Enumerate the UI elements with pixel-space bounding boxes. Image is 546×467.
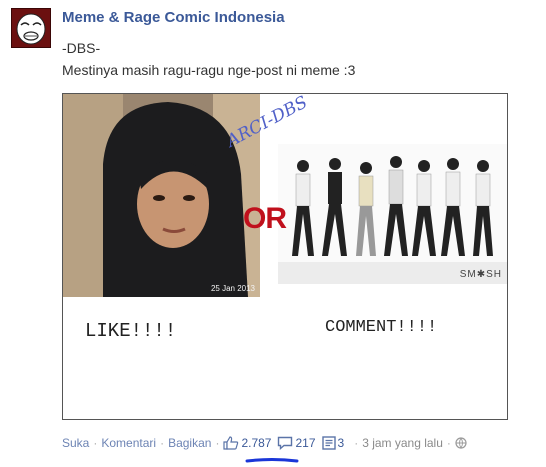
hijab-photo: 25 Jan 2013 <box>63 94 260 297</box>
post-actions-bar: Suka · Komentari · Bagikan · 2.787 217 3… <box>62 434 469 452</box>
comment-link[interactable]: Komentari <box>101 436 156 450</box>
separator: · <box>160 436 165 450</box>
meme-like-text: LIKE!!!! <box>85 320 177 342</box>
rage-face-icon <box>12 9 50 47</box>
photo-date-stamp: 25 Jan 2013 <box>210 284 255 293</box>
shares-count[interactable]: 3 <box>338 436 345 450</box>
annotation-underline <box>245 458 299 463</box>
post-text-line2: Mestinya masih ragu-ragu nge-post ni mem… <box>62 62 356 78</box>
thumbs-up-icon[interactable] <box>223 436 239 450</box>
post-timestamp[interactable]: 3 jam yang lalu <box>362 436 443 450</box>
post-text-line1: -DBS- <box>62 40 101 56</box>
or-text: OR <box>243 202 287 235</box>
separator: · <box>354 436 359 450</box>
share-link[interactable]: Bagikan <box>168 436 211 450</box>
group-logo: SM✱SH <box>459 269 502 280</box>
boyband-photo: SM✱SH <box>278 144 507 284</box>
comment-bubble-icon[interactable] <box>277 436 293 450</box>
separator: · <box>93 436 98 450</box>
post-image[interactable]: 25 Jan 2013 SM✱SH ARCI-DBS OR LIKE!!!! C… <box>62 93 508 420</box>
page-name-link[interactable]: Meme & Rage Comic Indonesia <box>62 9 285 26</box>
separator: · <box>446 436 451 450</box>
comments-count[interactable]: 217 <box>295 436 315 450</box>
like-link[interactable]: Suka <box>62 436 89 450</box>
globe-icon <box>455 437 467 449</box>
separator: · <box>215 436 220 450</box>
likes-count[interactable]: 2.787 <box>241 436 271 450</box>
share-icon[interactable] <box>321 436 336 450</box>
meme-comment-text: COMMENT!!!! <box>325 318 438 337</box>
page-avatar[interactable] <box>11 8 51 48</box>
